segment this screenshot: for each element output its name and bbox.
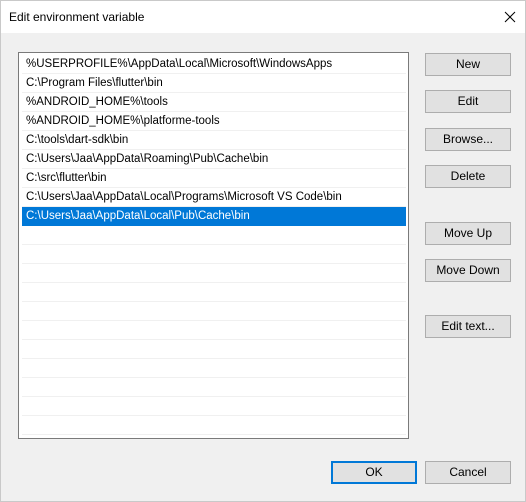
title-bar: Edit environment variable — [1, 1, 525, 33]
path-list-item[interactable]: C:\Program Files\flutter\bin — [22, 74, 406, 93]
path-list-item[interactable] — [22, 245, 406, 264]
browse-button[interactable]: Browse... — [425, 128, 511, 151]
path-list-item[interactable]: C:\Users\Jaa\AppData\Roaming\Pub\Cache\b… — [22, 150, 406, 169]
path-list-item[interactable] — [22, 359, 406, 378]
path-list-item[interactable] — [22, 397, 406, 416]
move-up-button[interactable]: Move Up — [425, 222, 511, 245]
path-list-item[interactable] — [22, 264, 406, 283]
path-list-item[interactable] — [22, 378, 406, 397]
path-list-item[interactable] — [22, 302, 406, 321]
path-list-item[interactable]: C:\src\flutter\bin — [22, 169, 406, 188]
path-list-item[interactable] — [22, 321, 406, 340]
path-list-item[interactable]: %USERPROFILE%\AppData\Local\Microsoft\Wi… — [22, 55, 406, 74]
path-list[interactable]: %USERPROFILE%\AppData\Local\Microsoft\Wi… — [18, 52, 409, 439]
delete-button[interactable]: Delete — [425, 165, 511, 188]
ok-button[interactable]: OK — [331, 461, 417, 484]
path-list-item[interactable]: C:\tools\dart-sdk\bin — [22, 131, 406, 150]
path-list-item[interactable] — [22, 340, 406, 359]
edit-button[interactable]: Edit — [425, 90, 511, 113]
path-list-item[interactable] — [22, 416, 406, 435]
path-list-item[interactable] — [22, 226, 406, 245]
cancel-button[interactable]: Cancel — [425, 461, 511, 484]
path-list-item[interactable] — [22, 283, 406, 302]
close-icon — [504, 11, 516, 23]
path-list-item[interactable]: C:\Users\Jaa\AppData\Local\Programs\Micr… — [22, 188, 406, 207]
close-button[interactable] — [495, 1, 525, 33]
edit-text-button[interactable]: Edit text... — [425, 315, 511, 338]
new-button[interactable]: New — [425, 53, 511, 76]
move-down-button[interactable]: Move Down — [425, 259, 511, 282]
path-list-item-selected[interactable]: C:\Users\Jaa\AppData\Local\Pub\Cache\bin — [22, 207, 406, 226]
window-title: Edit environment variable — [9, 10, 145, 24]
edit-environment-variable-dialog: Edit environment variable %USERPROFILE%\… — [0, 0, 526, 502]
path-list-item[interactable]: %ANDROID_HOME%\tools — [22, 93, 406, 112]
path-list-item[interactable]: %ANDROID_HOME%\platforme-tools — [22, 112, 406, 131]
